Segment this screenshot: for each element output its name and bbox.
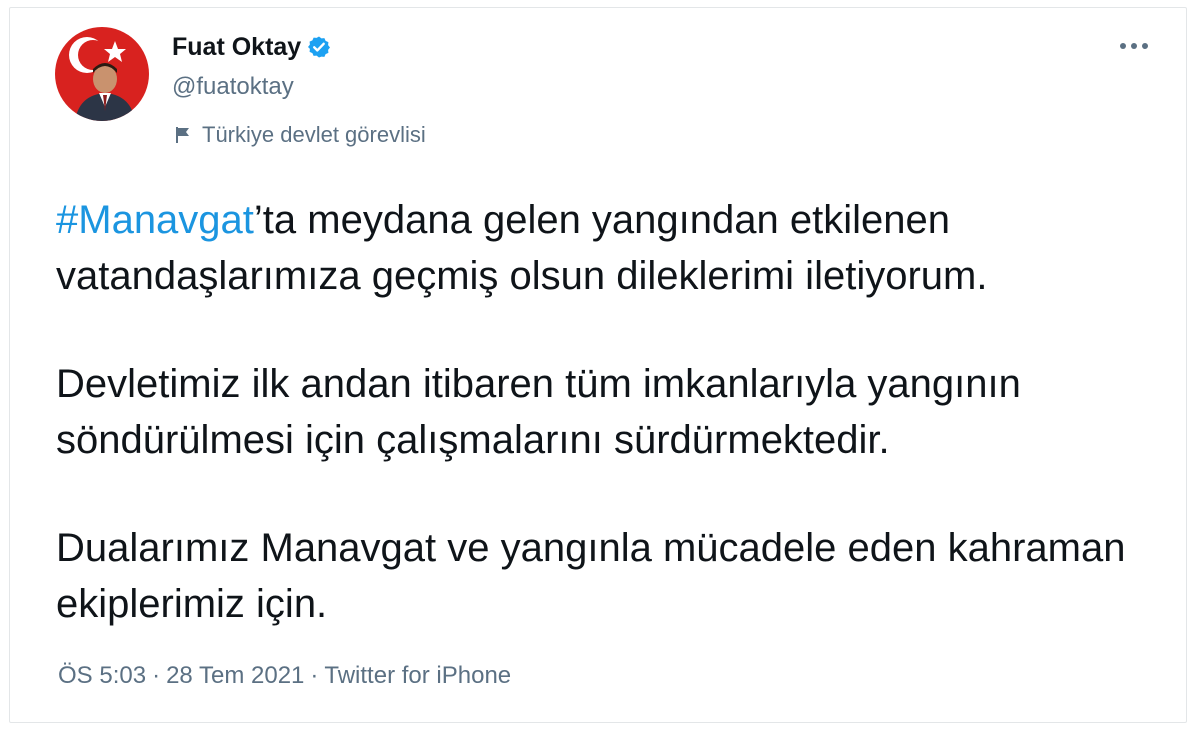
affiliation-label: Türkiye devlet görevlisi	[174, 120, 426, 150]
author-name-row[interactable]: Fuat Oktay	[172, 30, 331, 64]
affiliation-text: Türkiye devlet görevlisi	[202, 122, 426, 147]
tweet-text: #Manavgat’ta meydana gelen yangından etk…	[56, 192, 1156, 632]
flag-icon	[174, 126, 192, 144]
tweet-time[interactable]: ÖS 5:03	[58, 662, 146, 689]
tweet-paragraph: #Manavgat’ta meydana gelen yangından etk…	[56, 192, 1156, 304]
page: Fuat Oktay @fuatoktay Türkiye devlet gör…	[0, 0, 1200, 730]
hashtag-link[interactable]: #Manavgat	[56, 198, 254, 242]
tweet-source[interactable]: Twitter for iPhone	[324, 662, 511, 689]
tweet-date[interactable]: 28 Tem 2021	[166, 662, 304, 689]
author-name[interactable]: Fuat Oktay	[172, 30, 301, 64]
more-options-icon[interactable]	[1117, 34, 1151, 58]
meta-separator: ·	[310, 662, 319, 689]
tweet-meta: ÖS 5:03 · 28 Tem 2021 · Twitter for iPhone	[58, 659, 511, 693]
paragraph-text: Devletimiz ilk andan itibaren tüm imkanl…	[56, 362, 1021, 462]
tweet-paragraph: Dualarımız Manavgat ve yangınla mücadele…	[56, 520, 1156, 632]
paragraph-text: Dualarımız Manavgat ve yangınla mücadele…	[56, 526, 1126, 626]
avatar[interactable]	[55, 27, 149, 121]
author-handle[interactable]: @fuatoktay	[172, 71, 294, 103]
tweet-paragraph: Devletimiz ilk andan itibaren tüm imkanl…	[56, 356, 1156, 468]
meta-separator: ·	[152, 662, 161, 689]
verified-badge-icon	[307, 35, 331, 59]
